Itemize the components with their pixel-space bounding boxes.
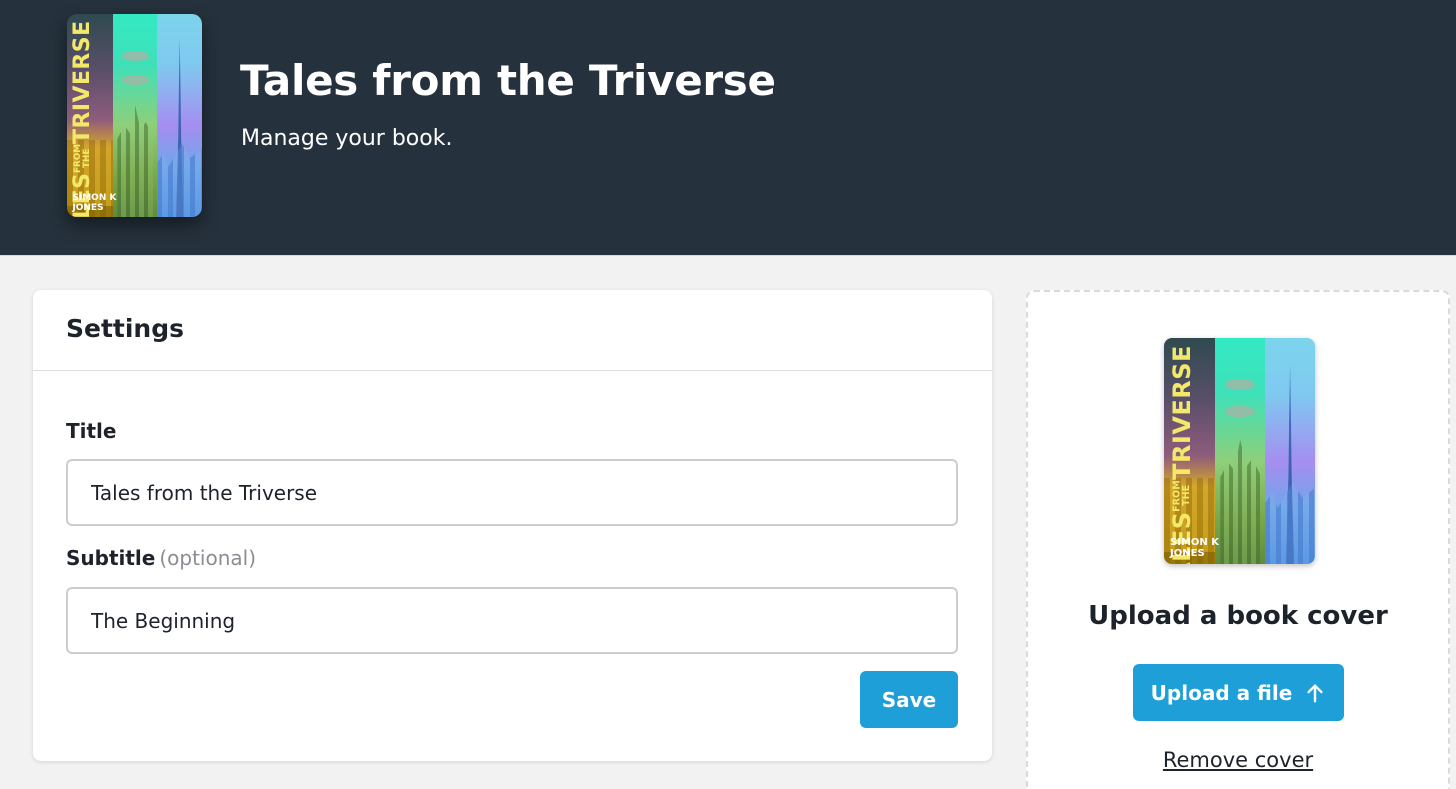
- cover-art: TALES FROM THE TRIVERSE SIMON K JONES: [67, 14, 202, 217]
- page-header: TALES FROM THE TRIVERSE SIMON K JONES Tal…: [0, 0, 1456, 256]
- cover-author-art: SIMON K JONES: [1170, 537, 1220, 559]
- upload-file-label: Upload a file: [1150, 680, 1293, 705]
- save-button[interactable]: Save: [860, 671, 958, 728]
- cover-author-art: SIMON K JONES: [72, 193, 117, 213]
- arrow-up-icon: [1307, 683, 1323, 702]
- book-cover-thumbnail: TALES FROM THE TRIVERSE SIMON K JONES: [67, 14, 202, 217]
- page-subtitle: Manage your book.: [241, 126, 453, 151]
- cover-art-preview: TALES FROM THE TRIVERSE SIMON K JONES: [1164, 338, 1315, 564]
- upload-heading: Upload a book cover: [1088, 601, 1388, 631]
- cover-title-art: TALES FROM THE TRIVERSE: [1168, 344, 1197, 564]
- book-cover-preview: TALES FROM THE TRIVERSE SIMON K JONES: [1164, 338, 1315, 564]
- title-label: Title: [66, 419, 117, 443]
- subtitle-input[interactable]: [66, 587, 958, 654]
- cover-title-art: TALES FROM THE TRIVERSE: [70, 20, 96, 217]
- settings-heading: Settings: [66, 314, 185, 343]
- settings-divider: [33, 370, 992, 371]
- settings-card: Settings Title Subtitle(optional) Save: [33, 290, 992, 761]
- subtitle-label-text: Subtitle: [66, 546, 156, 570]
- title-input[interactable]: [66, 459, 958, 526]
- cover-upload-panel[interactable]: TALES FROM THE TRIVERSE SIMON K JONES Upl…: [1026, 290, 1450, 789]
- optional-hint: (optional): [159, 546, 257, 570]
- subtitle-label: Subtitle (optional): [66, 546, 256, 570]
- remove-cover-link[interactable]: Remove cover: [1028, 748, 1448, 772]
- page-title: Tales from the Triverse: [240, 56, 776, 105]
- upload-file-button[interactable]: Upload a file: [1133, 664, 1344, 721]
